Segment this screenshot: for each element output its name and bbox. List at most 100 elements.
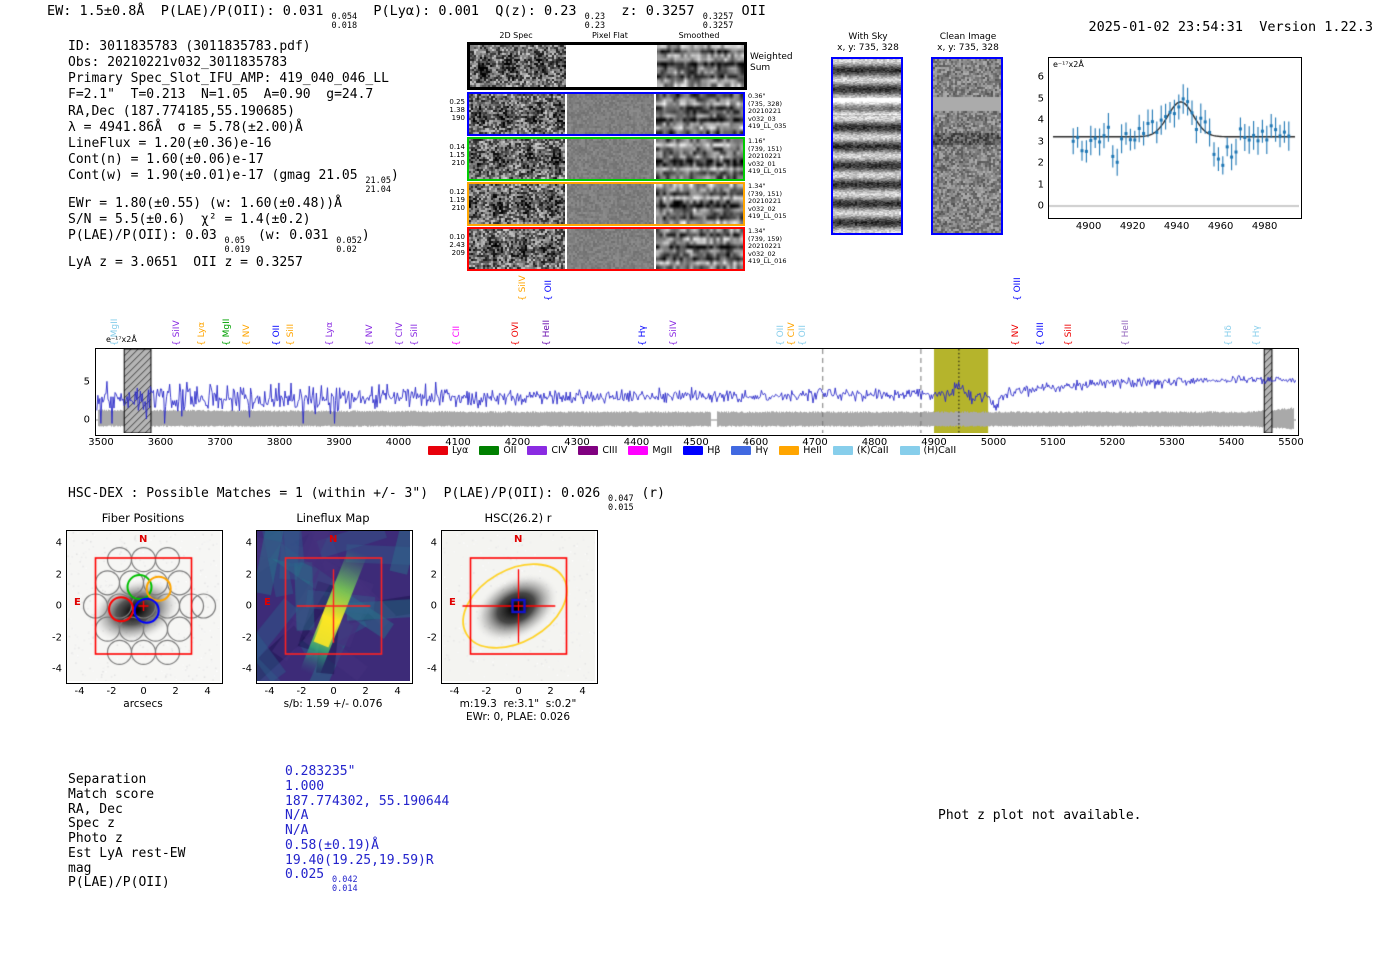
emission-line-marker: { SiII — [1064, 323, 1074, 346]
pixelflat-image — [567, 139, 654, 179]
spec2d-rows: Weighted Sum 0.25 1.38 190 0.36" (735, 328) 202… — [441, 42, 793, 272]
info-line: Cont(w) = 1.90(±0.01)e-17 (gmag 21.05 21… — [68, 168, 399, 196]
info-line: Cont(n) = 1.60(±0.06)e-17 — [68, 152, 264, 168]
tick-label: 0 — [245, 600, 252, 612]
tick-label: 3 — [1037, 136, 1044, 147]
legend-item: Lyα — [428, 445, 468, 456]
spec2d-right-value: 419_LL_015 — [748, 167, 787, 176]
compass-north-label: N — [139, 534, 148, 545]
tick-label: 2 — [362, 686, 369, 697]
spectrum-units-label: e⁻¹⁷x2Å — [106, 335, 137, 344]
emission-line-marker: { NV — [1011, 324, 1021, 346]
pixelflat-image — [568, 45, 655, 87]
legend-item: Hγ — [731, 445, 768, 456]
emission-line-marker: { MgII — [222, 318, 232, 346]
spec2d-left-value: 0.25 — [449, 98, 465, 106]
legend-swatch — [479, 446, 500, 455]
spectrum-legend: Lyα OII CIV CIII MgII Hβ Hγ HeII (K)CaII (H)CaII — [428, 445, 956, 456]
emission-line-marker: { OII — [776, 325, 786, 346]
spec2d-left-value: 0.12 — [449, 188, 465, 196]
compass-east-label: E — [74, 597, 81, 608]
tick-label: -2 — [106, 686, 117, 697]
tick-label: 4940 — [1163, 221, 1190, 232]
hsc-cutout-title: HSC(26.2) r — [484, 511, 552, 525]
tick-label: -2 — [52, 632, 62, 643]
spec2d-row-right-labels: 0.36" (735, 328) 20210221 v032_03 419_LL_035 — [745, 92, 787, 131]
tick-label: 4 — [394, 686, 401, 697]
emission-line-marker: { OIII — [1013, 277, 1023, 301]
info-line: S/N = 5.5(±0.6) χ² = 1.4(±0.2) — [68, 211, 311, 227]
spec2d-left-value: 210 — [451, 159, 465, 167]
emission-line-marker: { Hγ — [638, 325, 648, 346]
spec2d-left-value: 0.10 — [449, 233, 465, 241]
spec2d-row-left-labels: 0.12 1.19 210 — [441, 182, 467, 212]
tick-label: 0 — [1037, 200, 1044, 212]
match-field-label: Est LyA rest-EW — [68, 845, 186, 861]
hsc-caption-1: m:19.3 re:3.1" s:0.2" — [459, 698, 577, 710]
header-right: 2025-01-02 23:54:31 Version 1.22.3 — [1056, 3, 1374, 51]
emission-line-marker: { SiIV — [518, 275, 528, 301]
spec2d-row-left-labels — [441, 42, 467, 48]
tick-label: 0 — [83, 414, 90, 426]
legend-item: (K)CaII — [832, 445, 889, 456]
spec2d-row-left-labels: 0.14 1.15 210 — [441, 137, 467, 167]
legend-swatch — [779, 446, 800, 455]
tick-label: 3800 — [266, 437, 293, 448]
clean-image — [933, 59, 1001, 233]
clean-image-frame — [931, 57, 1003, 235]
match-field-label: Photo z — [68, 831, 123, 846]
spec2d-left-value: 190 — [451, 114, 465, 122]
tick-label: -4 — [449, 686, 460, 697]
compass-east-label: E — [449, 597, 456, 608]
tick-label: 2 — [245, 569, 252, 580]
tick-label: 4 — [579, 686, 586, 697]
tick-label: 0 — [140, 686, 147, 697]
fiber-positions-frame — [66, 530, 223, 684]
header-stats-line: EW: 1.5±0.8Å P(LAE)/P(OII): 0.031 0.054 0… — [47, 3, 766, 32]
legend-label: Hβ — [707, 445, 721, 456]
smoothed-image — [656, 139, 743, 179]
emission-line-marker: { Hδ — [1224, 325, 1234, 346]
version-label: Version 1.22.3 — [1259, 19, 1374, 35]
tick-label: -2 — [242, 632, 252, 643]
legend-label: Lyα — [452, 445, 469, 456]
tick-label: 5100 — [1040, 437, 1066, 448]
spec2d-row: 0.12 1.19 210 1.34" (739, 151) 20210221 v032_0… — [441, 182, 793, 226]
emission-line-marker: { OII — [272, 325, 282, 346]
phot-z-note: Phot z plot not available. — [938, 808, 1142, 823]
pixelflat-image — [567, 94, 654, 134]
legend-swatch — [683, 446, 704, 455]
emission-line-marker: { Hγ — [1252, 325, 1262, 346]
match-field-label: Separation — [68, 772, 147, 787]
info-line: Obs: 20210221v032_3011835783 — [68, 55, 288, 71]
legend-label: (H)CaII — [923, 445, 957, 456]
hsc-cutout-frame — [441, 530, 598, 684]
spec2d-row-panel — [467, 182, 745, 226]
match-field-value: 0.025 0.042 0.014 — [285, 867, 358, 895]
stacked-uncertainty: 0.23 0.23 — [584, 12, 606, 32]
stacked-uncertainty: 0.052 0.02 — [336, 235, 362, 256]
legend-item: CIV — [527, 445, 567, 456]
tick-label: 6 — [1037, 71, 1044, 83]
info-line: Primary Spec_Slot_IFU_AMP: 419_040_046_L… — [68, 71, 389, 87]
legend-label: CIII — [602, 445, 618, 456]
legend-label: OII — [503, 445, 517, 456]
stacked-uncertainty: 0.047 0.015 — [608, 494, 634, 514]
tick-label: 4920 — [1119, 221, 1146, 232]
spec2d-col-header: 2D Spec — [499, 31, 533, 40]
tick-label: 4900 — [1075, 221, 1102, 232]
spec2d-row-panel — [467, 42, 747, 90]
legend-label: HeII — [803, 445, 822, 456]
match-field-label: Spec z — [68, 816, 115, 832]
tick-label: 4980 — [1251, 221, 1278, 232]
withsky-title-block: With Sky x, y: 735, 328 — [826, 32, 910, 54]
tick-label: 3900 — [326, 437, 352, 448]
tick-label: 4 — [245, 537, 252, 549]
tick-label: 3600 — [147, 437, 174, 448]
stacked-uncertainty: 21.05 21.04 — [365, 176, 392, 196]
spec2d-left-value: 1.15 — [449, 151, 465, 159]
emission-line-marker: { Lyα — [197, 321, 207, 346]
legend-item: CIII — [578, 445, 617, 456]
spec2d-row-right-labels: 1.16" (739, 151) 20210221 v032_01 419_LL_015 — [745, 137, 787, 176]
